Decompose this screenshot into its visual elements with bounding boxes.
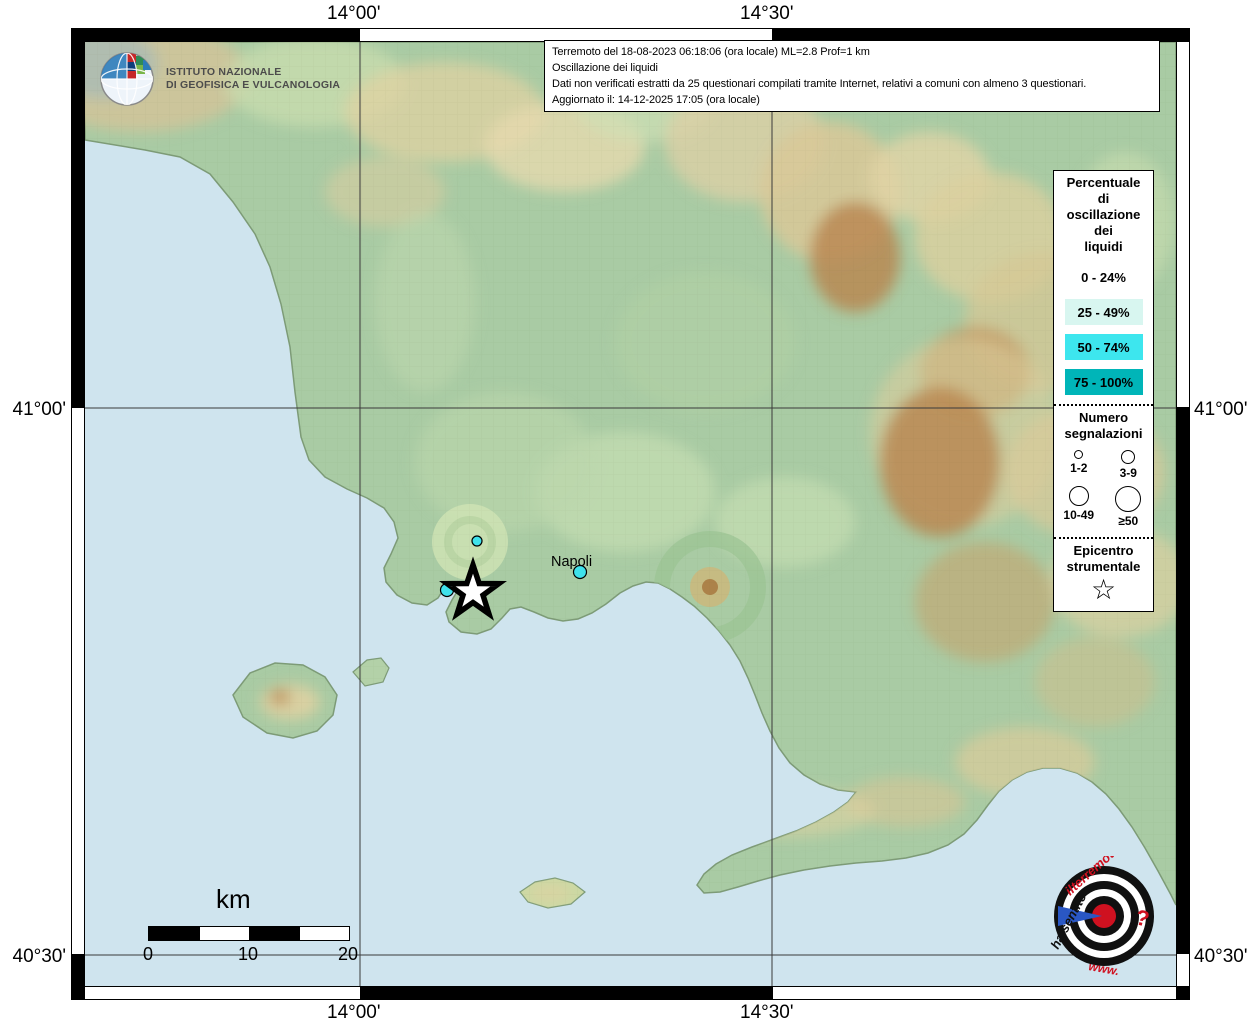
frame-segment [71, 28, 359, 42]
legend-title-line: segnalazioni [1054, 426, 1153, 442]
legend-title-line: di [1054, 191, 1153, 207]
frame-segment [71, 407, 85, 955]
frame-segment [772, 986, 1191, 1000]
scale-bar-segments [148, 926, 350, 941]
frame-corner [1176, 28, 1190, 42]
scale-tick-10: 10 [228, 944, 268, 965]
axis-label-left-lat2: 40°30' [4, 946, 66, 968]
axis-label-right-lat1: 41°00' [1194, 399, 1248, 421]
frame-segment [71, 986, 361, 1000]
count-circle-icon [1115, 486, 1141, 512]
legend-epicenter-title: Epicentro strumentale [1054, 543, 1153, 575]
frame-segment [1176, 28, 1190, 408]
scale-segment [299, 927, 350, 940]
legend-divider [1054, 537, 1153, 539]
watermark-logo-icon: ilterremoto.it haisentito www. ? [1044, 856, 1164, 976]
haisentitoilterremoto-watermark: ilterremoto.it haisentito www. ? [1044, 856, 1164, 976]
axis-label-top-lon1: 14°00' [327, 3, 381, 25]
frame-corner [1176, 986, 1190, 1000]
event-effect: Oscillazione dei liquidi [552, 60, 1152, 76]
report-dot [472, 536, 482, 546]
count-item: 1-2 [1054, 450, 1104, 480]
legend-swatch-25-49: 25 - 49% [1065, 299, 1143, 325]
ingv-name: ISTITUTO NAZIONALE DI GEOFISICA E VULCAN… [166, 66, 340, 92]
map-canvas: Napoli [85, 42, 1176, 986]
ingv-logo: ISTITUTO NAZIONALE DI GEOFISICA E VULCAN… [96, 48, 340, 110]
epicenter-star-icon: ☆ [1054, 575, 1153, 605]
count-label: 1-2 [1070, 461, 1087, 475]
frame-segment [361, 986, 772, 1000]
legend-swatch-0-24: 0 - 24% [1065, 264, 1143, 290]
scale-tick-0: 0 [128, 944, 168, 965]
ingv-name-line2: DI GEOFISICA E VULCANOLOGIA [166, 79, 340, 92]
legend-title-line: Numero [1054, 410, 1153, 426]
legend-title-line: Percentuale [1054, 175, 1153, 191]
event-title: Terremoto del 18-08-2023 06:18:06 (ora l… [552, 44, 1152, 60]
legend-swatch-75-100: 75 - 100% [1065, 369, 1143, 395]
ingv-globe-icon [96, 48, 158, 110]
scale-tick-20: 20 [328, 944, 368, 965]
legend-divider [1054, 404, 1153, 406]
scale-unit-label: km [216, 884, 251, 915]
scale-segment [149, 927, 199, 940]
axis-label-left-lat1: 41°00' [4, 399, 66, 421]
count-circle-icon [1121, 450, 1135, 464]
legend-swatch-label: 50 - 74% [1077, 340, 1129, 355]
legend-count-circles: 1-2 3-9 10-49 ≥50 [1054, 444, 1153, 528]
ingv-name-line1: ISTITUTO NAZIONALE [166, 66, 340, 79]
scale-segment [249, 927, 299, 940]
frame-corner [71, 28, 85, 42]
axis-label-top-lon2: 14°30' [740, 3, 794, 25]
count-label: 10-49 [1063, 508, 1094, 522]
frame-bottom [71, 986, 1190, 1000]
count-label: ≥50 [1118, 514, 1138, 528]
legend-title-line: liquidi [1054, 239, 1153, 255]
count-item: ≥50 [1104, 486, 1154, 528]
count-circle-icon [1074, 450, 1083, 459]
frame-left [71, 28, 85, 1000]
axis-label-bottom-lon1: 14°00' [327, 1002, 381, 1024]
legend-swatch-label: 0 - 24% [1081, 270, 1126, 285]
frame-segment [1176, 408, 1190, 953]
legend-title-line: oscillazione [1054, 207, 1153, 223]
event-updated-at: Aggiornato il: 14-12-2025 17:05 (ora loc… [552, 92, 1152, 108]
legend-swatch-label: 25 - 49% [1077, 305, 1129, 320]
map-svg: Napoli [85, 42, 1176, 986]
frame-segment [71, 28, 85, 407]
legend-title-line: dei [1054, 223, 1153, 239]
legend-title-line: strumentale [1054, 559, 1153, 575]
frame-corner [71, 986, 85, 1000]
event-info-box: Terremoto del 18-08-2023 06:18:06 (ora l… [544, 40, 1160, 112]
axis-label-bottom-lon2: 14°30' [740, 1002, 794, 1024]
legend-title-line: Epicentro [1054, 543, 1153, 559]
scale-segment [199, 927, 250, 940]
legend-percent-title: Percentuale di oscillazione dei liquidi [1054, 175, 1153, 255]
frame-right [1176, 28, 1190, 1000]
city-label-napoli: Napoli [551, 554, 592, 570]
legend-panel: Percentuale di oscillazione dei liquidi … [1053, 170, 1154, 612]
ingv-felt-report-map-page: 14°00' 14°30' 14°00' 14°30' 41°00' 40°30… [0, 0, 1256, 1024]
axis-label-right-lat2: 40°30' [1194, 946, 1248, 968]
count-circle-icon [1069, 486, 1089, 506]
event-disclaimer: Dati non verificati estratti da 25 quest… [552, 76, 1152, 92]
legend-count-title: Numero segnalazioni [1054, 410, 1153, 442]
count-item: 3-9 [1104, 450, 1154, 480]
legend-swatch-label: 75 - 100% [1074, 375, 1133, 390]
legend-swatch-50-74: 50 - 74% [1065, 334, 1143, 360]
count-item: 10-49 [1054, 486, 1104, 528]
count-label: 3-9 [1120, 466, 1137, 480]
